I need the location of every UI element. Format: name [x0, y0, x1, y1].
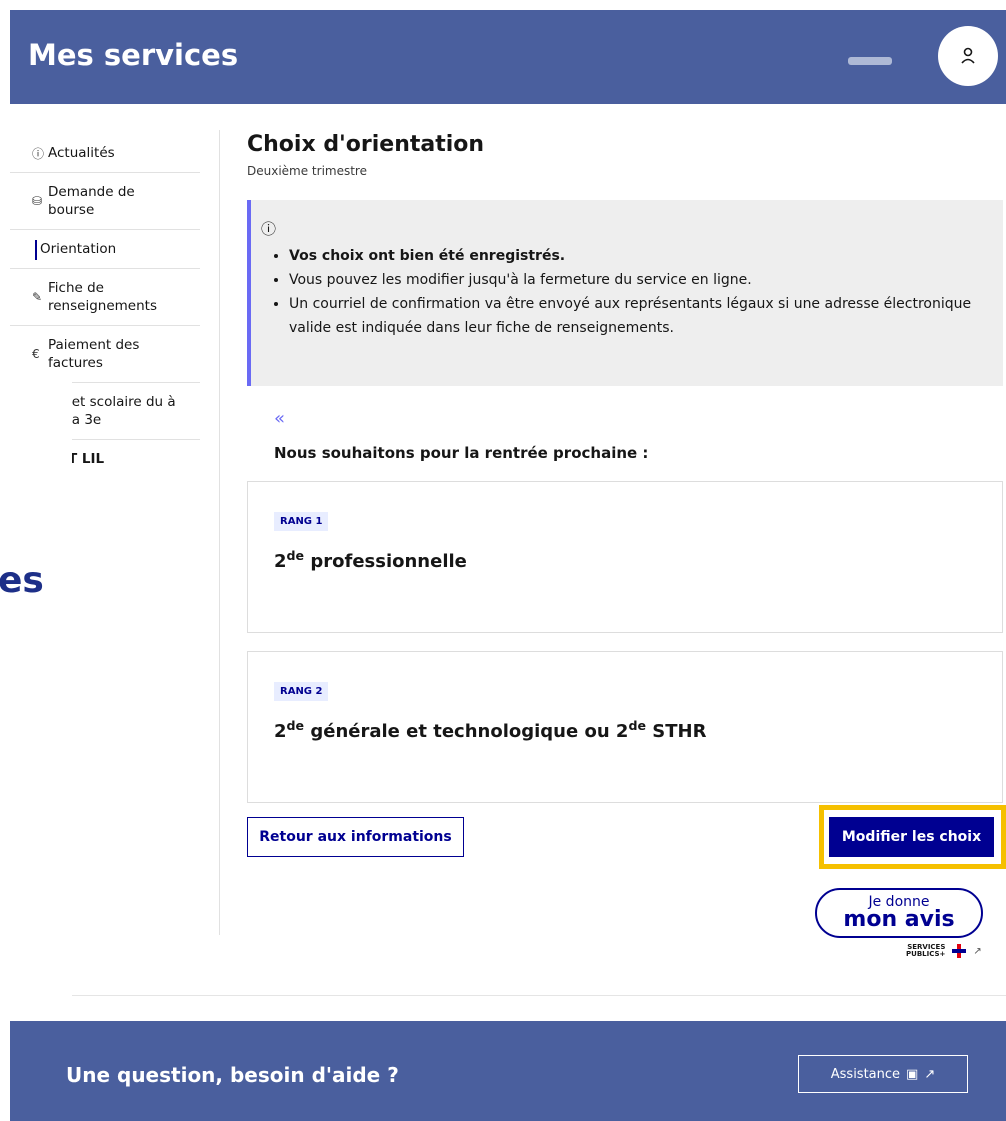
sidebar-item-label: Fiche de renseignements [48, 280, 157, 314]
top-header: Mes services [10, 10, 1006, 104]
user-avatar[interactable] [938, 26, 998, 86]
notice-list: Vos choix ont bien été enregistrés. Vous… [269, 244, 1003, 340]
feedback-line-2: mon avis [843, 907, 955, 932]
feedback-button[interactable]: Je donne mon avis [815, 888, 983, 938]
user-name-blurred[interactable] [848, 57, 892, 65]
sidebar-item-label: Demande de bourse [48, 184, 135, 218]
back-button[interactable]: Retour aux informations [247, 817, 464, 857]
page-subtitle: Deuxième trimestre [247, 164, 367, 178]
sidebar-item-orientation[interactable]: Orientation [10, 230, 200, 269]
rank-card-1: RANG 1 2de professionnelle [247, 481, 1003, 633]
user-icon [961, 47, 975, 64]
notice-item: Vos choix ont bien été enregistrés. [289, 244, 1003, 268]
info-icon: ⓘ [32, 146, 45, 161]
services-publics-logo: SERVICES PUBLICS+ ↗ [906, 943, 982, 958]
sidebar-item-actualites[interactable]: ⓘ Actualités [10, 134, 200, 173]
wish-label: Nous souhaitons pour la rentrée prochain… [274, 444, 649, 462]
sidebar-item-label: Actualités [48, 145, 115, 161]
sidebar-item-label: Paiement des factures [48, 337, 140, 371]
chat-icon: ▣ [906, 1066, 919, 1082]
euro-icon: € [32, 347, 40, 361]
notice-item: Un courriel de confirmation va être envo… [289, 292, 1003, 340]
app-title: Mes services [28, 38, 239, 72]
help-footer: Une question, besoin d'aide ? Assistance… [10, 1021, 1006, 1121]
info-icon: ⓘ [261, 220, 277, 238]
sidebar-divider [219, 130, 220, 935]
sidebar-item-bourse[interactable]: ⛁ Demande de bourse [10, 173, 200, 230]
external-link-icon[interactable]: ↗ [973, 946, 981, 957]
confirmation-notice: ⓘ Vos choix ont bien été enregistrés. Vo… [247, 200, 1003, 386]
rank-badge: RANG 1 [274, 512, 329, 531]
external-link-icon: ↗ [924, 1066, 936, 1082]
sidebar-item-paiement[interactable]: € Paiement des factures [10, 326, 200, 383]
help-title: Une question, besoin d'aide ? [66, 1063, 399, 1087]
edit-icon: ✎ [32, 290, 43, 304]
overlay-panel [0, 376, 72, 1024]
highlight-frame: Modifier les choix [819, 805, 1006, 869]
sidebar-item-fiche[interactable]: ✎ Fiche de renseignements [10, 269, 200, 326]
modify-choices-button[interactable]: Modifier les choix [829, 817, 994, 857]
notice-item: Vous pouvez les modifier jusqu'à la ferm… [289, 268, 1003, 292]
services-publics-cross-icon [952, 944, 967, 958]
assistance-label: Assistance [830, 1066, 901, 1082]
background-text-fragment: es [0, 560, 44, 601]
rank-badge: RANG 2 [274, 682, 329, 701]
coins-icon: ⛁ [32, 194, 43, 208]
rank-card-2: RANG 2 2de générale et technologique ou … [247, 651, 1003, 803]
sidebar-item-label: Orientation [40, 241, 117, 257]
rank-title: 2de professionnelle [274, 548, 467, 572]
quote-icon: « [274, 408, 286, 429]
assistance-button[interactable]: Assistance ▣ ↗ [798, 1055, 968, 1093]
page-title: Choix d'orientation [247, 132, 485, 157]
footer-separator [72, 995, 1006, 996]
rank-title: 2de générale et technologique ou 2de STH… [274, 718, 707, 742]
